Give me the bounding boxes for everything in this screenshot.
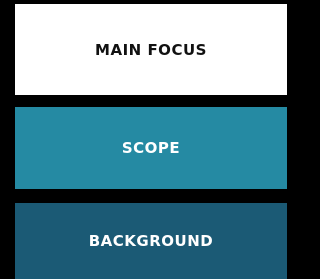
main-focus-label: MAIN FOCUS — [95, 40, 207, 59]
background-layer: BACKGROUND — [15, 203, 287, 279]
scope-label: SCOPE — [121, 139, 181, 157]
layer-stack-diagram: MAIN FOCUS SCOPE BACKGROUND — [0, 0, 287, 279]
scope-layer: SCOPE — [15, 107, 287, 189]
main-focus-layer: MAIN FOCUS — [15, 4, 287, 95]
background-label: BACKGROUND — [88, 232, 214, 250]
